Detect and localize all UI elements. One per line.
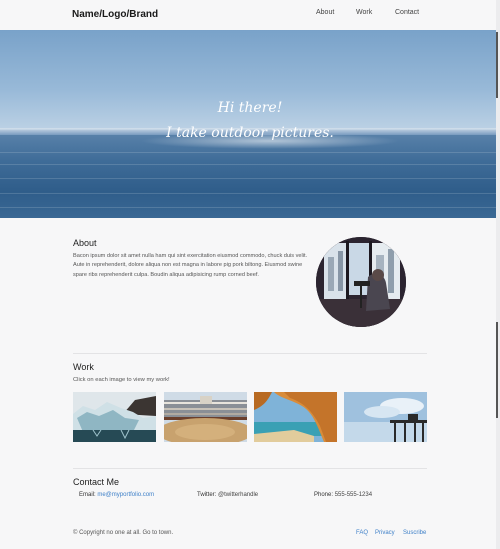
footer-copyright: © Copyright no one at all. Go to town.	[73, 530, 174, 536]
hero-wave	[0, 152, 500, 153]
work-subtitle: Click on each image to view my work!	[73, 377, 170, 383]
portfolio-page: Name/Logo/Brand About Work Contact Hi th…	[0, 0, 500, 549]
contact-twitter: Twitter: @twitterhandle	[197, 492, 258, 498]
brand-logo[interactable]: Name/Logo/Brand	[72, 9, 158, 20]
nav-contact-link[interactable]: Contact	[395, 9, 419, 16]
hero-wave	[0, 164, 500, 165]
section-divider	[73, 353, 427, 354]
footer-faq-link[interactable]: FAQ	[356, 530, 368, 536]
nav-about-link[interactable]: About	[316, 9, 334, 16]
hero-wave	[0, 207, 500, 208]
hero-wave	[0, 193, 500, 194]
work-heading: Work	[73, 362, 94, 372]
work-thumbnail-glacier[interactable]	[73, 392, 156, 442]
hero-sky-image	[0, 30, 500, 138]
contact-heading: Contact Me	[73, 477, 120, 487]
section-divider	[73, 468, 427, 469]
contact-email: Email: me@myportfolio.com	[79, 492, 154, 498]
email-label: Email:	[79, 492, 96, 498]
about-heading: About	[73, 238, 97, 248]
hero-tagline: I take outdoor pictures.	[166, 125, 334, 141]
twitter-label: Twitter:	[197, 492, 217, 498]
hero-banner: Hi there! I take outdoor pictures.	[0, 30, 500, 218]
work-thumbnail-bullring[interactable]	[164, 392, 247, 442]
about-photographer-photo	[316, 237, 406, 327]
email-link[interactable]: me@myportfolio.com	[97, 492, 154, 498]
scrollbar-thumb[interactable]	[496, 322, 498, 418]
hero-greeting: Hi there!	[217, 100, 283, 116]
scrollbar-thumb[interactable]	[496, 32, 498, 98]
twitter-handle: @twitterhandle	[218, 492, 259, 498]
nav-work-link[interactable]: Work	[356, 9, 372, 16]
work-thumbnail-pier[interactable]	[344, 392, 427, 442]
phone-label: Phone:	[314, 492, 334, 498]
top-navbar: Name/Logo/Brand About Work Contact	[0, 0, 500, 30]
phone-number: 555-555-1234	[334, 492, 373, 498]
footer-subscribe-link[interactable]: Suscribe	[403, 530, 426, 536]
footer-privacy-link[interactable]: Privacy	[375, 530, 395, 536]
work-thumbnail-sea-cave[interactable]	[254, 392, 337, 442]
contact-phone: Phone: 555-555-1234	[314, 492, 372, 498]
hero-wave	[0, 178, 500, 179]
about-paragraph: Bacon ipsum dolor sit amet nulla ham qui…	[73, 253, 308, 278]
